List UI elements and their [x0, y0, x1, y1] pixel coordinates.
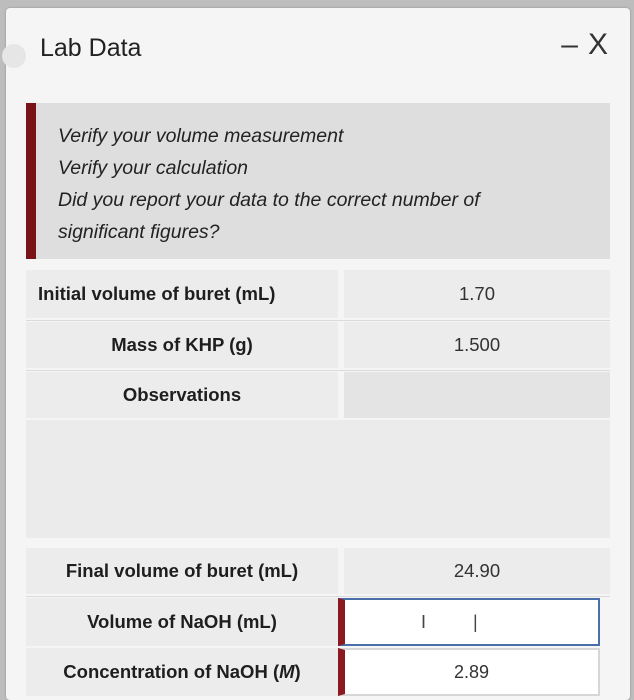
feedback-box: Verify your volume measurement Verify yo… — [26, 103, 610, 259]
panel-edge-tab[interactable] — [2, 44, 26, 68]
final-volume-value: 24.90 — [344, 548, 610, 594]
feedback-line: Verify your volume measurement — [58, 125, 344, 147]
mass-khp-value: 1.500 — [344, 322, 610, 368]
text-cursor-icon: I — [421, 612, 427, 632]
caret-icon: | — [473, 612, 478, 632]
concentration-label: Concentration of NaOH (M) — [26, 648, 338, 696]
concentration-input[interactable]: 2.89 — [338, 648, 600, 696]
table-row: Volume of NaOH (mL) I | — [26, 598, 610, 646]
window-controls: – X — [561, 30, 608, 60]
close-button[interactable]: X — [588, 30, 608, 60]
concentration-label-prefix: Concentration of NaOH ( — [63, 661, 280, 682]
initial-volume-label: Initial volume of buret (mL) — [26, 270, 338, 318]
row-divider — [26, 370, 610, 371]
concentration-label-suffix: ) — [294, 661, 301, 682]
mass-khp-label: Mass of KHP (g) — [26, 322, 338, 368]
lab-data-table: Initial volume of buret (mL) 1.70 Mass o… — [26, 266, 610, 698]
concentration-unit: M — [279, 661, 295, 682]
table-row: Observations — [26, 372, 610, 418]
lab-data-panel: Lab Data – X Verify your volume measurem… — [2, 8, 630, 700]
table-row: Mass of KHP (g) 1.500 — [26, 322, 610, 368]
final-volume-label: Final volume of buret (mL) — [26, 548, 338, 594]
observations-label: Observations — [26, 372, 338, 418]
volume-naoh-input[interactable]: I | — [338, 598, 600, 646]
table-row: Concentration of NaOH (M) 2.89 — [26, 648, 610, 696]
row-divider — [26, 320, 610, 321]
volume-naoh-label: Volume of NaOH (mL) — [26, 598, 338, 646]
observations-header-cell — [344, 372, 610, 418]
feedback-line: significant figures? — [58, 221, 220, 243]
row-divider — [26, 596, 610, 597]
concentration-value: 2.89 — [453, 661, 490, 682]
feedback-line: Verify your calculation — [58, 157, 249, 179]
minimize-button[interactable]: – — [561, 30, 578, 60]
table-row: Final volume of buret (mL) 24.90 — [26, 548, 610, 594]
table-row: Initial volume of buret (mL) 1.70 — [26, 270, 610, 318]
initial-volume-value: 1.70 — [344, 270, 610, 318]
panel-title: Lab Data — [40, 34, 142, 62]
feedback-line: Did you report your data to the correct … — [58, 189, 480, 211]
observations-area[interactable] — [26, 420, 610, 538]
